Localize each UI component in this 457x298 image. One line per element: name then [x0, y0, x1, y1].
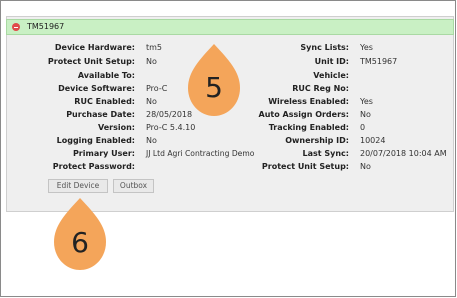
callout-five-marker: 5 [188, 44, 240, 116]
field-label: Primary User: [72, 149, 135, 158]
field-label: Protect Password: [52, 162, 135, 171]
field-label: Last Sync: [302, 149, 349, 158]
field-value: No [360, 110, 371, 119]
field-value: tm5 [146, 43, 163, 52]
field-label: Auto Assign Orders: [258, 110, 349, 119]
device-title: TM51967 [27, 22, 65, 31]
field-value: 20/07/2018 10:04 AM [360, 149, 447, 158]
field-label: Version: [97, 123, 135, 132]
field-label: Logging Enabled: [56, 136, 135, 145]
field-value: 0 [360, 123, 366, 132]
device-header-bar: TM51967 [6, 19, 454, 35]
field-value: No [146, 97, 157, 106]
edit-device-button[interactable]: Edit Device [48, 179, 108, 193]
callout-six-marker: 6 [54, 198, 106, 270]
field-value: 10024 [360, 136, 386, 145]
field-value: No [146, 136, 157, 145]
field-label: Tracking Enabled: [268, 123, 349, 132]
field-value: Pro-C [146, 84, 168, 93]
field-label: Protect Unit Setup: [47, 57, 135, 66]
field-label: Protect Unit Setup: [261, 162, 349, 171]
field-value: No [360, 162, 371, 171]
field-label: Sync Lists: [300, 43, 349, 52]
field-value: No [146, 57, 157, 66]
callout-six-number: 6 [71, 226, 89, 259]
field-value: Yes [360, 97, 373, 106]
callout-five-number: 5 [205, 71, 223, 104]
field-label: RUC Enabled: [74, 97, 135, 106]
field-value: JJ Ltd Agri Contracting Demo [146, 149, 255, 158]
field-label: Unit ID: [314, 57, 349, 66]
field-label: Vehicle: [313, 71, 349, 80]
field-label: Available To: [77, 71, 135, 80]
field-label: Device Hardware: [54, 43, 135, 52]
field-label: Purchase Date: [66, 110, 135, 119]
field-value: TM51967 [360, 57, 398, 66]
field-label: Wireless Enabled: [268, 97, 349, 106]
outbox-button[interactable]: Outbox [113, 179, 154, 193]
close-icon[interactable] [12, 23, 20, 31]
field-label: Device Software: [58, 84, 135, 93]
field-value: Pro-C 5.4.10 [146, 123, 196, 132]
field-label: Ownership ID: [285, 136, 349, 145]
field-label: RUC Reg No: [292, 84, 349, 93]
field-value: Yes [360, 43, 373, 52]
